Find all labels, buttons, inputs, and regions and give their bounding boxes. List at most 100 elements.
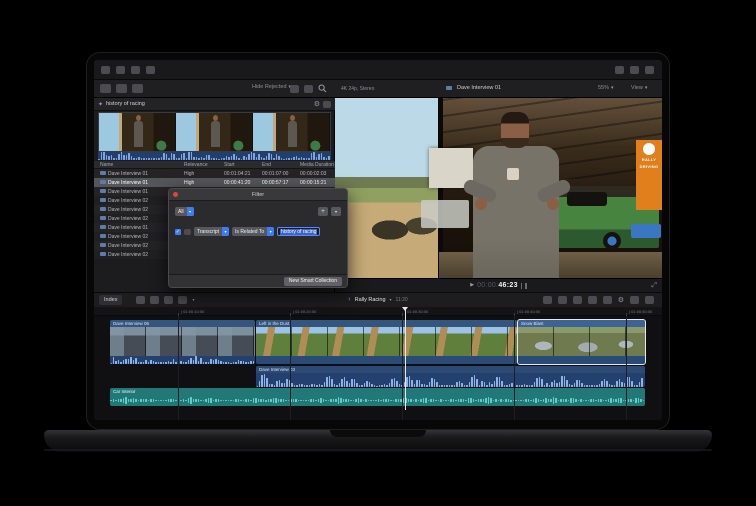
person-figure <box>134 121 143 147</box>
timeline-settings-icon[interactable]: ⚙ <box>618 297 624 304</box>
table-header[interactable]: Name Relevance Start End Media Duration <box>94 161 335 169</box>
waveform-bar <box>528 399 530 402</box>
sidebar-toggle-icon[interactable] <box>101 66 110 74</box>
waveform-bar <box>641 378 643 387</box>
solo-icon[interactable] <box>588 296 597 304</box>
timeline-clip-dave-interview-03[interactable]: Dave Interview 03 <box>256 366 645 387</box>
col-relevance[interactable]: Relevance <box>184 162 224 168</box>
chevron-down-icon[interactable]: ▾ <box>611 86 614 91</box>
col-start[interactable]: Start <box>224 162 262 168</box>
waveform-bar <box>520 400 522 402</box>
edit-overwrite-icon[interactable] <box>178 296 187 304</box>
inspector-toggle-icon[interactable] <box>645 66 654 74</box>
waveform-bar <box>474 375 476 387</box>
skimming-icon[interactable] <box>558 296 567 304</box>
waveform-bar <box>130 357 132 364</box>
viewer[interactable]: RALLY DRIVING <box>335 98 662 278</box>
edit-append-icon[interactable] <box>164 296 173 304</box>
table-row[interactable]: Dave Interview 01High00:00:41:2000:00:57… <box>94 178 335 187</box>
keyword-editor-icon[interactable] <box>131 66 140 74</box>
hide-rejected-filter[interactable]: Hide Rejected <box>252 84 287 90</box>
chevron-down-icon[interactable]: ▾ <box>192 298 194 302</box>
timeline-clip-left-in-the-dust[interactable]: Left in the Dust <box>256 320 517 364</box>
search-icon[interactable] <box>318 84 327 93</box>
waveform-bar <box>365 399 367 402</box>
snapping-icon[interactable] <box>603 296 612 304</box>
photos-audio-icon[interactable] <box>116 84 127 93</box>
clip-icon <box>100 252 106 256</box>
new-smart-collection-button[interactable]: New Smart Collection <box>284 277 342 286</box>
filter-dialog-titlebar[interactable]: Filter <box>169 189 347 201</box>
waveform-bar <box>426 385 428 387</box>
filmstrip-toggle-icon[interactable] <box>323 101 331 108</box>
index-button[interactable]: Index <box>99 295 122 305</box>
pause-icon[interactable] <box>521 283 523 289</box>
filmstrip-preview[interactable] <box>98 112 331 152</box>
gridline <box>626 316 627 420</box>
waveform-bar <box>218 360 220 364</box>
waveform-bar <box>468 398 470 403</box>
rule-checkbox[interactable]: ✓ <box>175 229 181 235</box>
waveform-bar <box>484 382 486 387</box>
rule-condition-popup[interactable]: Is Related To ▾ <box>232 227 274 236</box>
col-media-duration[interactable]: Media Duration <box>300 162 335 168</box>
timeline-ruler[interactable] <box>94 307 662 316</box>
waveform-bar <box>323 399 325 402</box>
clip-icon <box>100 180 106 184</box>
waveform-bar <box>233 362 235 364</box>
gear-icon[interactable]: ⚙ <box>314 101 320 108</box>
audio-skimming-icon[interactable] <box>573 296 582 304</box>
show-hide-panel-icon[interactable] <box>645 296 654 304</box>
libraries-icon[interactable] <box>100 84 111 93</box>
trim-tools-popup-icon[interactable] <box>543 296 552 304</box>
gridline <box>178 316 179 420</box>
edit-insert-icon[interactable] <box>150 296 159 304</box>
viewer-zoom-level[interactable]: 55% <box>598 85 609 91</box>
add-rule-button[interactable]: + <box>318 207 328 216</box>
waveform-bar <box>304 385 306 387</box>
background-tasks-icon[interactable] <box>146 66 155 74</box>
waveform-bar <box>186 158 188 160</box>
col-name[interactable]: Name <box>94 162 184 168</box>
project-name[interactable]: Rally Racing <box>355 297 386 303</box>
rule-value-field[interactable]: history of racing <box>277 227 320 236</box>
back-chevron-icon[interactable]: ‹ <box>348 296 350 303</box>
waveform-bar <box>175 362 177 364</box>
fullscreen-icon[interactable]: ⤢ <box>651 282 657 290</box>
waveform-bar <box>274 385 276 387</box>
rule-type-popup[interactable]: Transcript ▾ <box>194 227 229 236</box>
table-row[interactable]: Dave Interview 01High00:01:04:2100:01:07… <box>94 169 335 178</box>
share-icon[interactable] <box>630 66 639 74</box>
waveform-bar <box>108 156 110 160</box>
waveform-bar <box>508 399 510 402</box>
timeline-clip-dave-interview-06[interactable]: Dave Interview 06 <box>110 320 255 364</box>
add-rule-menu-button[interactable]: ▾ <box>331 207 341 216</box>
import-media-icon[interactable] <box>116 66 125 74</box>
play-icon[interactable]: ▶ <box>470 283 474 288</box>
waveform-bar <box>614 385 616 387</box>
chevron-down-icon[interactable]: ▾ <box>390 298 392 302</box>
chevron-down-icon[interactable]: ▾ <box>645 86 648 91</box>
waveform-bar <box>208 398 210 403</box>
playhead-handle[interactable] <box>402 307 408 311</box>
titles-generators-icon[interactable] <box>132 84 143 93</box>
waveform-bar <box>103 152 105 160</box>
waveform-bar <box>248 362 250 364</box>
duration-slider-icon[interactable] <box>304 85 313 93</box>
waveform-bar <box>536 378 538 387</box>
waveform-bar <box>501 381 503 387</box>
edit-connect-icon[interactable] <box>136 296 145 304</box>
laptop-base-edge <box>44 449 712 451</box>
ruler-tick-label: | 01:00:40:00 <box>517 309 540 314</box>
waveform-bar <box>210 359 212 364</box>
audio-meters-icon[interactable] <box>630 296 639 304</box>
col-end[interactable]: End <box>262 162 300 168</box>
object-tracker-icon[interactable] <box>615 66 624 74</box>
clip-appearance-icon[interactable] <box>290 85 299 93</box>
timeline-clip-car-interior[interactable]: Car Interior <box>110 388 645 406</box>
match-popup[interactable]: All ▾ <box>175 207 194 216</box>
pause-icon[interactable] <box>525 283 527 289</box>
playhead[interactable] <box>405 307 406 410</box>
waveform-bar <box>250 400 252 402</box>
view-menu[interactable]: View <box>631 85 643 91</box>
